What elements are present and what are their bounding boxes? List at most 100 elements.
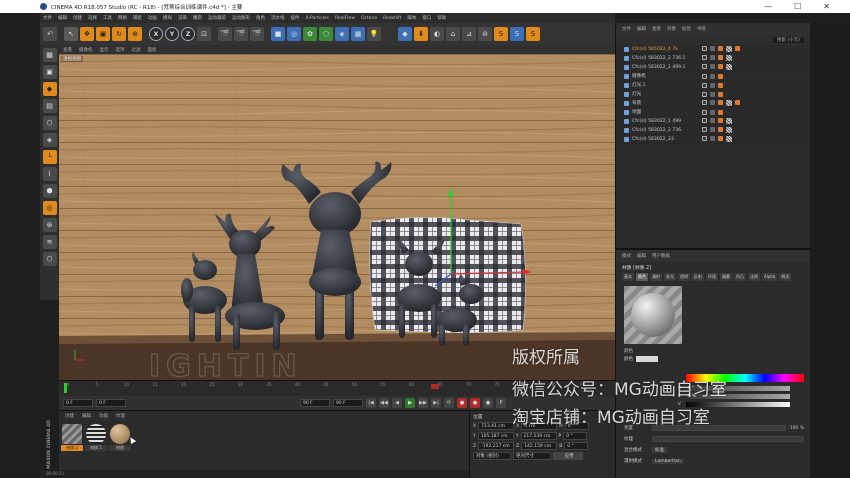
current-frame-field[interactable]: 0 F: [96, 399, 126, 407]
left-tool-6[interactable]: └: [42, 150, 57, 164]
select-tool-button[interactable]: ↖: [64, 27, 78, 41]
next-key-button[interactable]: ▶▶: [418, 398, 428, 408]
material-menu-item-0[interactable]: 创建: [65, 413, 74, 419]
object-row[interactable]: 灯光.1: [616, 81, 810, 90]
end-frame-field[interactable]: 90 F: [300, 399, 330, 407]
array-button[interactable]: ✿: [303, 27, 317, 41]
attribute-tab-1[interactable]: 颜色: [636, 273, 648, 281]
render-settings-button[interactable]: 🎬: [250, 27, 264, 41]
snap-s3-button[interactable]: S: [526, 27, 540, 41]
attribute-tab-0[interactable]: 基本: [622, 273, 634, 281]
attribute-tab-4[interactable]: 透明: [678, 273, 690, 281]
cube-primitive-button[interactable]: ■: [271, 27, 285, 41]
object-tag-icon[interactable]: [726, 46, 732, 52]
attribute-tab-10[interactable]: Alpha: [762, 273, 778, 281]
object-tag-icon[interactable]: [718, 82, 723, 88]
object-tag-icon[interactable]: [735, 100, 740, 105]
viewport-menu-item-3[interactable]: 选项: [116, 47, 125, 53]
menu-item-12[interactable]: 运动图形: [232, 15, 250, 21]
menu-item-5[interactable]: 网格: [118, 15, 127, 21]
visibility-toggle[interactable]: [702, 91, 707, 97]
left-tool-11[interactable]: ≋: [42, 235, 57, 249]
spline-button[interactable]: ◈: [335, 27, 349, 41]
left-tool-3[interactable]: ▤: [42, 99, 57, 113]
attribute-menu-item-1[interactable]: 编辑: [637, 253, 646, 259]
loop-button[interactable]: ⟳: [444, 398, 454, 408]
prev-key-button[interactable]: ◀◀: [379, 398, 389, 408]
tool-b-button[interactable]: ⬇: [414, 27, 428, 41]
menu-item-19[interactable]: Redshift: [383, 16, 401, 21]
material-menu-item-2[interactable]: 功能: [99, 413, 108, 419]
viewport-menu-item-4[interactable]: 过滤: [132, 47, 141, 53]
snap-s2-button[interactable]: S: [510, 27, 524, 41]
keyframe-selection-button[interactable]: ●: [483, 398, 493, 408]
visibility-toggle[interactable]: [702, 55, 707, 60]
undo-button[interactable]: ↶: [43, 27, 57, 41]
object-row[interactable]: Cfc(sl) 583022_1 499: [616, 117, 810, 126]
size-mode-select[interactable]: 绝对尺寸: [513, 452, 551, 460]
enable-toggle[interactable]: [710, 91, 715, 97]
menu-item-21[interactable]: 窗口: [422, 15, 431, 21]
mix-mode-select[interactable]: 标准: [652, 447, 667, 453]
viewport-menu-item-2[interactable]: 显示: [100, 47, 109, 53]
viewport-menu-item-0[interactable]: 查看: [63, 47, 72, 53]
last-tool-button[interactable]: ⊕: [128, 27, 142, 41]
snap-s1-button[interactable]: S: [494, 27, 508, 41]
menu-item-8[interactable]: 模拟: [163, 15, 172, 21]
move-tool-button[interactable]: ✥: [80, 27, 94, 41]
start-frame-field[interactable]: 0 F: [63, 399, 93, 407]
object-tag-icon[interactable]: [726, 136, 732, 142]
left-tool-0[interactable]: ▦: [42, 48, 57, 62]
attribute-tab-11[interactable]: 辉光: [779, 273, 792, 281]
object-row[interactable]: Cfc(sl) 565022_4 7k: [616, 45, 810, 54]
left-tool-9[interactable]: ◎: [42, 201, 57, 215]
rotate-tool-button[interactable]: ↻: [112, 27, 126, 41]
left-tool-12[interactable]: ⬡: [42, 252, 57, 266]
render-view-button[interactable]: 🎬: [218, 27, 232, 41]
left-tool-4[interactable]: ⬡: [42, 116, 57, 130]
left-tool-10[interactable]: ⊛: [42, 218, 57, 232]
coord-mode-select[interactable]: 对象 (相对): [473, 452, 511, 460]
menu-item-10[interactable]: 雕刻: [193, 15, 202, 21]
pos-z-field[interactable]: -192.217 cm: [478, 442, 515, 450]
left-tool-7[interactable]: ⌇: [42, 167, 57, 181]
object-tag-icon[interactable]: [718, 100, 723, 105]
visibility-toggle[interactable]: [702, 82, 707, 88]
menu-item-15[interactable]: 插件: [291, 15, 300, 21]
menu-item-0[interactable]: 文件: [43, 15, 52, 21]
visibility-toggle[interactable]: [702, 136, 707, 141]
object-tag-icon[interactable]: [718, 109, 723, 115]
material-menu-item-3[interactable]: 纹理: [116, 413, 125, 419]
object-row[interactable]: 灯光: [616, 90, 810, 99]
object-tag-icon[interactable]: [718, 64, 723, 69]
object-row[interactable]: 摄像机: [616, 72, 810, 81]
object-row[interactable]: Cfc(sl) 583022_2 736: [616, 126, 810, 135]
environment-button[interactable]: ▦: [351, 27, 365, 41]
pos-x-field[interactable]: 713.41 cm: [478, 422, 515, 430]
left-tool-1[interactable]: ▣: [42, 65, 57, 79]
material-slot-2[interactable]: 材质.2: [61, 424, 83, 454]
enable-toggle[interactable]: [710, 64, 715, 69]
object-tag-icon[interactable]: [718, 118, 723, 123]
size-z-field[interactable]: 142.159 cm: [521, 442, 558, 450]
menu-item-16[interactable]: X-Particles: [306, 16, 329, 21]
material-menu-item-1[interactable]: 编辑: [82, 413, 91, 419]
menu-item-7[interactable]: 动画: [148, 15, 157, 21]
color-swatch[interactable]: [636, 356, 658, 362]
object-tag-icon[interactable]: [726, 118, 732, 124]
object-tag-icon[interactable]: [718, 73, 723, 79]
object-menu-item-0[interactable]: 文件: [622, 26, 631, 32]
object-tag-icon[interactable]: [718, 55, 723, 60]
enable-toggle[interactable]: [710, 100, 715, 105]
rot-p-field[interactable]: 0 °: [563, 432, 588, 440]
tool-e-button[interactable]: ⊿: [462, 27, 476, 41]
enable-toggle[interactable]: [710, 73, 715, 79]
visibility-toggle[interactable]: [702, 64, 707, 69]
preview-end-field[interactable]: 90 F: [333, 399, 363, 407]
menu-item-22[interactable]: 帮助: [437, 15, 446, 21]
apply-button[interactable]: 应用: [553, 452, 583, 460]
viewport-menu-item-5[interactable]: 面板: [148, 47, 157, 53]
visibility-toggle[interactable]: [702, 118, 707, 123]
attribute-tab-2[interactable]: 漫射: [650, 273, 662, 281]
rot-b-field[interactable]: 0 °: [564, 442, 589, 450]
